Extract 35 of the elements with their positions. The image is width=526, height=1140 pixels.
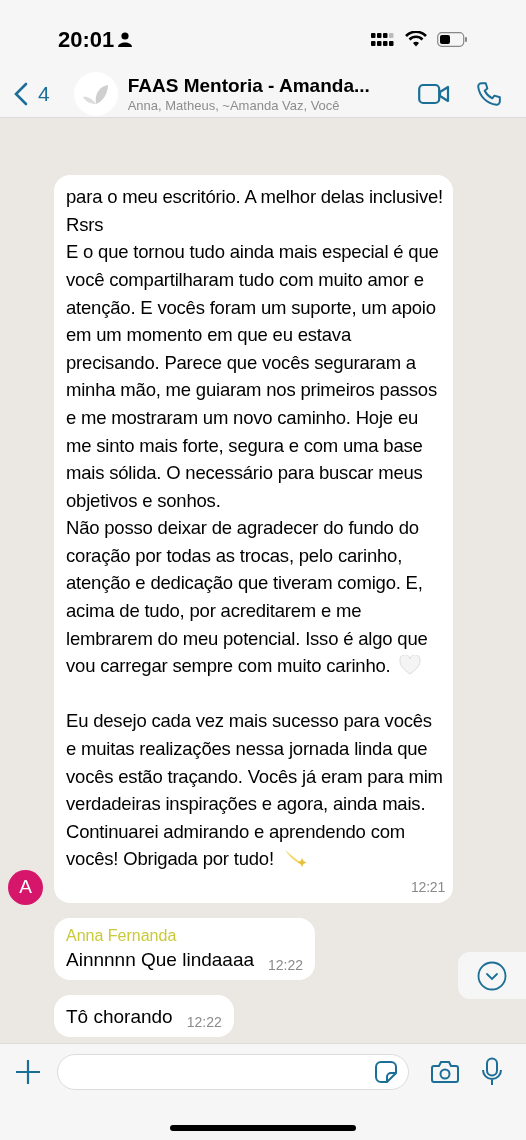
message-text: Não posso deixar de agradecer do fundo do coração por todas as trocas, pelo carinho, atenção e dedicação que tiveram comigo. E, acima de tudo, por acreditarem e me lembrarem do meu potencial. Isso é algo que vou carregar sempre com muito carinho. (66, 516, 429, 679)
chat-title[interactable]: FAAS Mentoria - Amanda... (127, 73, 378, 98)
plus-icon (14, 1058, 42, 1086)
message-text: E o que tornou tudo ainda mais especial é que você compartilharam tudo com muito amor e atenção. E vocês foram um suporte, um apoio em um momento em que eu estava precisando. Parece que vocês seguraram a minha mão, me guiaram nos primeiros passos e me mostraram um novo caminho. Hoje eu me sinto mais forte, segura e com uma base mais sólida. O necessário para buscar meus objetivos e sonhos. (66, 240, 440, 513)
battery-icon (437, 31, 468, 47)
phone-icon (476, 80, 502, 107)
camera-icon (431, 1060, 459, 1084)
video-camera-icon (418, 82, 450, 105)
message-text: Ainnnnn Que lindaaaa (66, 948, 255, 972)
message-time: 12:21 (410, 879, 445, 895)
attach-button[interactable] (14, 1058, 42, 1086)
sticker-icon[interactable] (374, 1060, 398, 1084)
video-call-button[interactable] (418, 82, 450, 105)
chat-members: Anna, Matheus, ~Amanda Vaz, Você (127, 97, 341, 114)
signal-icon (371, 31, 395, 47)
chevron-down-icon (477, 960, 507, 991)
status-time: 20:01 (58, 25, 115, 54)
message-input[interactable] (57, 1054, 409, 1090)
scroll-down-button[interactable] (458, 952, 526, 999)
message-time: 12:22 (186, 1014, 222, 1030)
heart-icon (398, 655, 421, 676)
microphone-icon (481, 1057, 503, 1087)
message-text: Tô chorando (66, 1005, 173, 1029)
person-icon (118, 31, 133, 47)
message-time: 12:22 (268, 957, 304, 973)
back-button[interactable]: 4 (14, 77, 50, 110)
message-text: para o meu escritório. A melhor delas inclusive! Rsrs (66, 185, 445, 237)
phone-call-button[interactable] (476, 80, 502, 107)
avatar[interactable]: A (8, 870, 43, 905)
sender-name: Anna Fernanda (66, 926, 178, 946)
microphone-button[interactable] (481, 1057, 503, 1087)
back-chevron-icon (14, 81, 28, 106)
wifi-icon (405, 31, 427, 47)
camera-button[interactable] (431, 1060, 459, 1084)
message-text: Eu desejo cada vez mais sucesso para vocês e muitas realizações nessa jornada linda que vocês estão traçando. Vocês já eram para mim verdadeiras inspirações e agora, ainda mais. Continuarei admirando e aprendendo com vocês! Obrigada por tudo! (66, 709, 444, 872)
